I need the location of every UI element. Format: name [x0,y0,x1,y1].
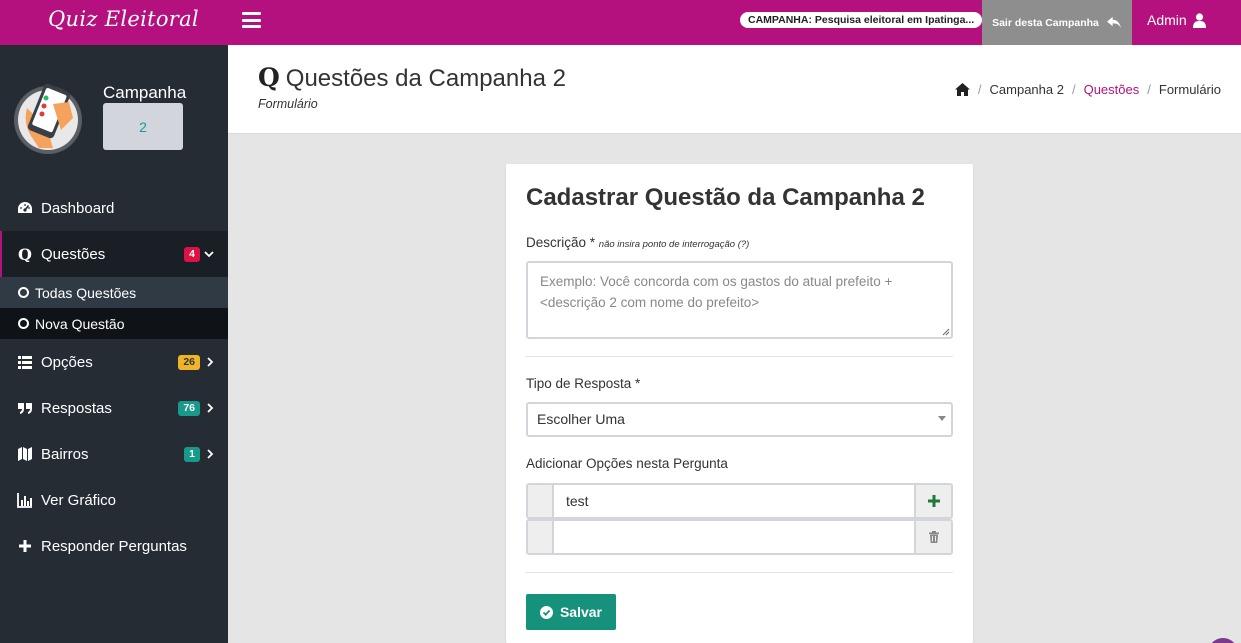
sidebar-item-questoes[interactable]: Q Questões 4 [0,231,228,277]
sidebar-item-label: Responder Perguntas [41,537,187,555]
sidebar-subitem-label: Nova Questão [35,315,125,332]
delete-option-button[interactable] [914,521,951,553]
q-icon: Q [258,63,280,92]
check-circle-icon [539,605,553,619]
divider [526,572,953,573]
chevron-down-icon [204,251,214,258]
breadcrumb: / Campanha 2 / Questões / Formulário [954,82,1221,97]
q-icon: Q [16,246,33,262]
page-title-text: Questões da Campanha 2 [285,65,566,92]
list-icon [16,354,33,370]
sidebar-subitem-label: Todas Questões [35,284,137,301]
sidebar-item-bairros[interactable]: Bairros 1 [0,431,228,477]
option-row [526,519,953,555]
bairros-count-badge: 1 [184,446,200,462]
save-label: Salvar [559,604,603,620]
admin-menu[interactable]: Admin [1147,12,1206,28]
response-type-select[interactable]: Escolher Uma [526,402,953,437]
save-button[interactable]: Salvar [526,594,616,630]
sidebar-item-label: Bairros [41,445,89,463]
app-logo[interactable]: Quiz Eleitoral [48,7,199,31]
breadcrumb-formulario: Formulário [1158,82,1221,97]
description-textarea[interactable]: Exemplo: Você concorda com os gastos do … [526,261,953,339]
circle-icon [18,318,29,329]
sidebar-item-opcoes[interactable]: Opções 26 [0,339,228,385]
plus-icon [16,538,33,554]
type-label: Tipo de Resposta * [526,376,641,391]
bar-chart-icon [16,492,33,508]
dashboard-icon [16,200,33,216]
user-icon [1192,12,1206,28]
option-row: test [526,483,953,519]
option-input[interactable] [554,521,914,553]
page-header: Q Questões da Campanha 2 Formulário / Ca… [228,45,1241,134]
sidebar-item-dashboard[interactable]: Dashboard [0,185,228,231]
sidebar-item-label: Opções [41,353,93,371]
sidebar-subitem-todas-questoes[interactable]: Todas Questões [0,277,228,308]
description-label: Descrição * não insira ponto de interrog… [526,235,750,250]
leave-campaign-button[interactable]: Sair desta Campanha [982,0,1132,45]
admin-label: Admin [1147,12,1187,28]
campaign-label: Campanha [103,83,187,102]
chevron-right-icon [207,403,214,413]
sidebar-item-label: Ver Gráfico [41,491,117,509]
svg-text:Q: Q [18,246,32,262]
sidebar-item-label: Dashboard [41,199,115,217]
quote-icon [16,400,33,416]
option-drag-handle[interactable] [528,485,554,517]
questoes-count-badge: 4 [184,246,200,262]
campaign-number: 2 [103,103,183,150]
chevron-right-icon [207,357,214,367]
response-type-value: Escolher Uma [537,411,625,427]
option-input[interactable]: test [554,485,914,517]
divider [526,356,953,357]
sidebar-item-label: Respostas [41,399,112,417]
respostas-count-badge: 76 [178,400,200,416]
breadcrumb-questoes[interactable]: Questões [1084,82,1140,97]
sidebar-item-ver-grafico[interactable]: Ver Gráfico [0,477,228,523]
chevron-right-icon [207,449,214,459]
description-hint: não insira ponto de interrogação (?) [598,239,750,250]
sidebar-item-label: Questões [41,245,106,263]
add-option-button[interactable] [914,485,951,517]
page-subtitle: Formulário [258,97,318,111]
resize-grip-icon[interactable] [942,328,950,336]
reply-icon [1106,16,1121,29]
menu-toggle-icon[interactable] [242,12,261,28]
form-heading: Cadastrar Questão da Campanha 2 [526,184,925,211]
question-form-card: Cadastrar Questão da Campanha 2 Descriçã… [506,164,973,643]
sidebar: Campanha 2 Dashboard Q Questões 4 Todas … [0,45,228,643]
breadcrumb-campanha[interactable]: Campanha 2 [990,82,1064,97]
campaign-avatar [14,83,82,154]
top-bar: Quiz Eleitoral CAMPANHA: Pesquisa eleito… [0,0,1241,45]
map-icon [16,446,33,462]
opcoes-count-badge: 26 [178,354,200,370]
sidebar-item-responder-perguntas[interactable]: Responder Perguntas [0,523,228,569]
sidebar-subitem-nova-questao[interactable]: Nova Questão [0,308,228,339]
option-drag-handle[interactable] [528,521,554,553]
trash-icon [928,531,939,543]
campaign-pill: CAMPANHA: Pesquisa eleitoral em Ipatinga… [740,12,983,28]
page-title: Q Questões da Campanha 2 [258,63,566,93]
circle-icon [18,287,29,298]
description-placeholder: Exemplo: Você concorda com os gastos do … [540,274,893,310]
caret-down-icon [938,416,946,421]
sidebar-item-respostas[interactable]: Respostas 76 [0,385,228,431]
home-icon[interactable] [954,83,970,96]
options-label: Adicionar Opções nesta Pergunta [526,456,728,471]
leave-campaign-label: Sair desta Campanha [992,16,1099,29]
chat-bubble-button[interactable] [1208,638,1238,643]
plus-icon [927,495,940,507]
